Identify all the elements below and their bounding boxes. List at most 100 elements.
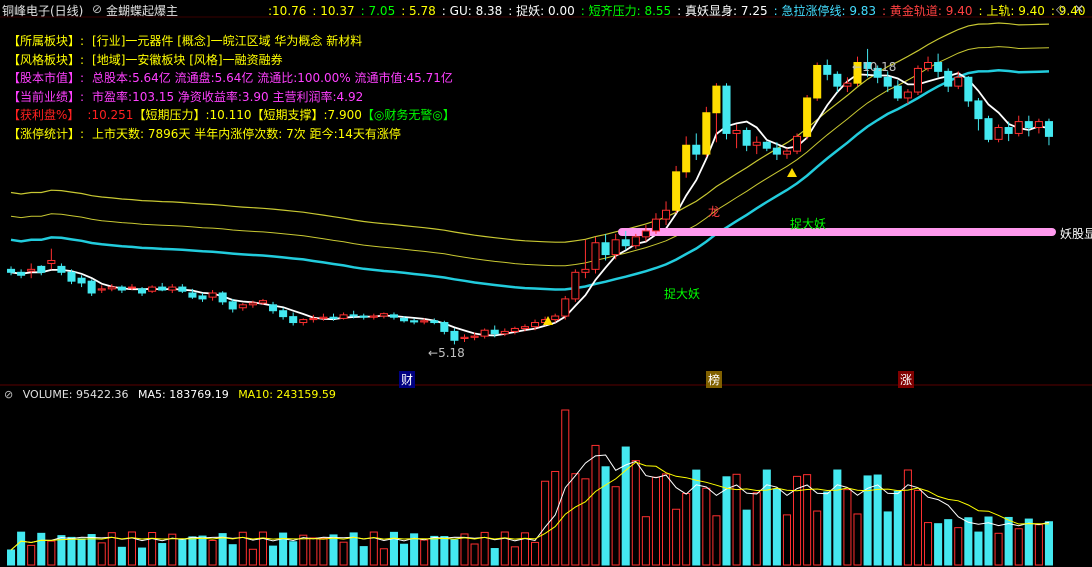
candle-body (299, 319, 308, 324)
volume-bar (631, 460, 640, 566)
volume-bar (37, 532, 46, 566)
candle-body (67, 271, 76, 282)
candle-body (702, 112, 711, 155)
dragon-label: 龙 (708, 205, 721, 219)
chart-header: 铜峰电子(日线) ⊘ 金蝴蝶起爆主 :10.76: 10.37: 7.05: 5… (0, 0, 1092, 18)
candle-body (692, 144, 701, 155)
volume-bar (279, 532, 288, 566)
indicator-name: 金蝴蝶起爆主 (106, 4, 179, 18)
candle-body (782, 150, 791, 155)
candle-body (420, 320, 429, 323)
volume-ma10: MA10: 243159.59 (238, 388, 336, 401)
info-label: 【所属板块】: (8, 34, 85, 48)
volume-bar (500, 531, 509, 566)
candle-body (631, 236, 640, 247)
candle-body (722, 85, 731, 134)
volume-bar (672, 508, 681, 566)
candle-body (470, 335, 479, 338)
volume-bar (853, 513, 862, 566)
header-value: :10.76 (268, 4, 307, 18)
volume-bar (138, 547, 147, 566)
volume-bar (1004, 516, 1013, 566)
candle-body (389, 314, 398, 318)
candle-body (400, 317, 409, 322)
candle-body (289, 316, 298, 324)
info-row: 【股本市值】: 总股本:5.64亿 流通盘:5.64亿 流通比:100.00% 流… (8, 69, 455, 88)
candle-body (178, 286, 187, 292)
indicator-toggle-icon[interactable]: ⊘ (92, 2, 102, 16)
info-row: 【当前业绩】: 市盈率:103.15 净资收益率:3.90 主营利润率:4.92 (8, 88, 455, 107)
volume-toggle-icon[interactable]: ⊘ (4, 388, 13, 401)
candle-body (450, 330, 459, 341)
volume-bar (702, 487, 711, 566)
volume-bar (198, 535, 207, 566)
candle-body (430, 320, 439, 324)
volume-bar (379, 548, 388, 566)
candle-body (833, 73, 842, 87)
candle-body (793, 135, 802, 152)
candle-body (531, 322, 540, 328)
close-icon[interactable]: ✕ (1074, 2, 1084, 16)
volume-bar (450, 539, 459, 566)
stock-title: 铜峰电子(日线) (2, 4, 84, 18)
marker-finance[interactable]: 财 (399, 371, 416, 388)
volume-bar (954, 527, 963, 566)
volume-bar (641, 516, 650, 566)
candle-body (87, 280, 96, 294)
volume-bar (964, 517, 973, 566)
candle-body (480, 329, 489, 337)
candle-body (500, 330, 509, 335)
volume-bar (158, 543, 167, 566)
volume-bar (984, 516, 993, 566)
candle-body (913, 67, 922, 93)
candle-body (813, 64, 822, 99)
volume-header: ⊘ VOLUME: 95422.36 MA5: 183769.19 MA10: … (4, 388, 342, 401)
info-row: 【风格板块】: [地域]一安徽板块 [风格]一融资融券 (8, 51, 455, 70)
info-text: 市盈率:103.15 净资收益率:3.90 主营利润率:4.92 (92, 89, 364, 104)
header-value: : 上轨: 9.40 (978, 4, 1045, 18)
candle-body (117, 286, 126, 291)
volume-bar (188, 536, 197, 566)
diamond-icon[interactable]: ◇ (1056, 2, 1065, 16)
candle-body (369, 315, 378, 318)
candle-body (460, 336, 469, 339)
volume-bar (228, 544, 237, 566)
candle-body (37, 265, 46, 273)
candle-body (279, 310, 288, 318)
candle-body (682, 144, 691, 173)
candle-body (571, 271, 580, 300)
volume-ma5: MA5: 183769.19 (137, 388, 229, 401)
volume-bar (934, 523, 943, 566)
candle-body (97, 288, 106, 291)
candle-body (672, 171, 681, 211)
volume-bar (873, 474, 882, 566)
volume-bar (309, 537, 318, 566)
candle-body (138, 288, 147, 294)
info-text: 上市天数: 7896天 半年内涨停次数: 7次 距今:14天有涨停 (92, 126, 401, 141)
candle-body (349, 314, 358, 317)
marker-limitup[interactable]: 涨 (898, 371, 915, 388)
volume-bar (17, 531, 26, 566)
volume-bar (127, 531, 136, 566)
volume-bar (269, 545, 278, 566)
marker-list[interactable]: 榜 (706, 371, 723, 388)
candle-body (77, 277, 86, 284)
info-label: 【风格板块】: (8, 52, 85, 67)
volume-bar (7, 549, 16, 566)
candle-body (742, 129, 751, 146)
info-row: 【获利盘%】:10.251【短期压力】:10.110【短期支撑】:7.900【◎… (8, 106, 455, 125)
volume-bar (712, 515, 721, 566)
volume-bar (208, 539, 217, 566)
volume-bar (490, 548, 499, 566)
candle-body (561, 298, 570, 317)
info-label: 【当前业绩】: (8, 89, 85, 104)
volume-bar (531, 541, 540, 566)
candle-body (601, 242, 610, 256)
volume-bar (178, 538, 187, 566)
volume-bar (581, 478, 590, 566)
volume-bar (27, 544, 36, 566)
volume-bar (1044, 521, 1053, 566)
info-text: 总股本:5.64亿 流通盘:5.64亿 流通比:100.00% 流通市值:45.… (92, 71, 453, 85)
info-row: 【所属板块】: [行业]一元器件 [概念]一皖江区域 华为概念 新材料 (8, 32, 455, 51)
candle-body (1014, 121, 1023, 134)
